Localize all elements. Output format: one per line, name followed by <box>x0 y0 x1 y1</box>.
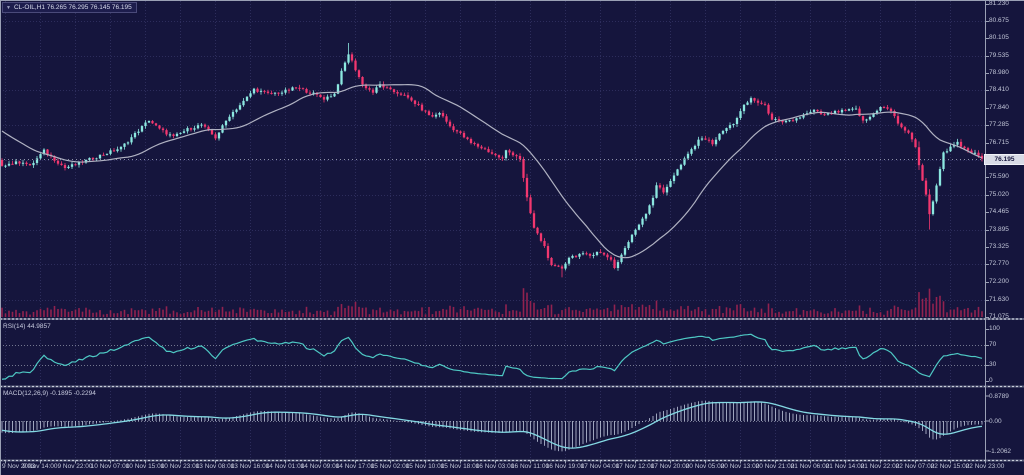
price-axis-label: 72.200 <box>989 278 1009 286</box>
rsi-panel-label: RSI(14) 44.9857 <box>3 323 51 330</box>
price-axis-label: 72.770 <box>989 260 1009 268</box>
time-axis-label: 9 Nov 14:00 <box>22 463 57 471</box>
time-axis-label: 14 Nov 01:00 <box>266 463 305 471</box>
time-axis-label: 14 Nov 17:00 <box>336 463 375 471</box>
price-axis-label: 73.325 <box>989 243 1009 251</box>
price-axis-label: 80.105 <box>989 34 1009 42</box>
time-axis-label: 22 Nov 15:00 <box>931 463 970 471</box>
macd-level-label: 0.00 <box>989 418 1002 426</box>
trading-chart-window: ▼ CL-OIL,H1 76.265 76.295 76.145 76.195 … <box>0 0 1024 475</box>
price-axis-label: 77.840 <box>989 104 1009 112</box>
price-axis-label: 75.590 <box>989 173 1009 181</box>
price-axis-label: 81.230 <box>989 0 1009 8</box>
time-axis-label: 17 Nov 04:00 <box>581 463 620 471</box>
time-axis-label: 16 Nov 19:00 <box>546 463 585 471</box>
price-axis-label: 79.535 <box>989 52 1009 60</box>
time-axis-label: 15 Nov 18:00 <box>441 463 480 471</box>
price-axis-label: 71.630 <box>989 296 1009 304</box>
time-axis-label: 15 Nov 10:00 <box>406 463 445 471</box>
price-axis-label: 74.465 <box>989 208 1009 216</box>
time-axis-label: 13 Nov 08:00 <box>196 463 235 471</box>
time-axis-label: 21 Nov 14:00 <box>826 463 865 471</box>
price-axis-label: 80.675 <box>989 17 1009 25</box>
time-axis-label: 13 Nov 16:00 <box>231 463 270 471</box>
time-axis-label: 22 Nov 07:00 <box>896 463 935 471</box>
rsi-level-label: 30 <box>989 361 996 369</box>
time-axis-label: 15 Nov 02:00 <box>371 463 410 471</box>
time-axis-label: 17 Nov 20:00 <box>651 463 690 471</box>
price-axis-label: 76.715 <box>989 139 1009 147</box>
time-axis-label: 10 Nov 15:00 <box>126 463 165 471</box>
rsi-level-label: 70 <box>989 341 996 349</box>
price-axis-label: 77.285 <box>989 121 1009 129</box>
price-axis-label: 75.020 <box>989 191 1009 199</box>
time-axis-label: 20 Nov 05:00 <box>686 463 725 471</box>
rsi-level-label: 100 <box>989 325 1000 333</box>
price-axis-label: 78.980 <box>989 69 1009 77</box>
time-axis-label: 10 Nov 23:00 <box>161 463 200 471</box>
chart-title: CL-OIL,H1 76.265 76.295 76.145 76.195 <box>14 4 132 11</box>
panel-splitter-rsi[interactable] <box>0 317 1024 320</box>
time-axis-label: 16 Nov 11:00 <box>511 463 549 471</box>
chart-canvas[interactable] <box>0 0 1024 475</box>
time-axis-label: 14 Nov 09:00 <box>301 463 340 471</box>
macd-panel-label: MACD(12,26,9) -0.1895 -0.2294 <box>3 390 96 397</box>
price-axis-label: 73.895 <box>989 226 1009 234</box>
time-axis-label: 16 Nov 03:00 <box>476 463 515 471</box>
time-axis-label: 17 Nov 12:00 <box>616 463 655 471</box>
time-axis-label: 20 Nov 21:00 <box>756 463 795 471</box>
time-axis-label: 10 Nov 07:00 <box>91 463 130 471</box>
time-axis-label: 20 Nov 13:00 <box>721 463 760 471</box>
panel-splitter-macd[interactable] <box>0 384 1024 387</box>
time-axis-label: 22 Nov 23:00 <box>966 463 1005 471</box>
macd-level-label: 0.8789 <box>989 393 1009 401</box>
macd-level-label: -1.2062 <box>989 448 1011 456</box>
current-price-tag: 76.195 <box>984 154 1024 165</box>
chart-dropdown-icon[interactable]: ▼ <box>6 5 11 11</box>
time-axis-label: 9 Nov 22:00 <box>57 463 92 471</box>
chart-title-box[interactable]: ▼ CL-OIL,H1 76.265 76.295 76.145 76.195 <box>2 2 137 13</box>
time-axis-label: 21 Nov 06:00 <box>791 463 830 471</box>
price-axis-label: 78.410 <box>989 86 1009 94</box>
time-axis-label: 21 Nov 22:00 <box>861 463 900 471</box>
